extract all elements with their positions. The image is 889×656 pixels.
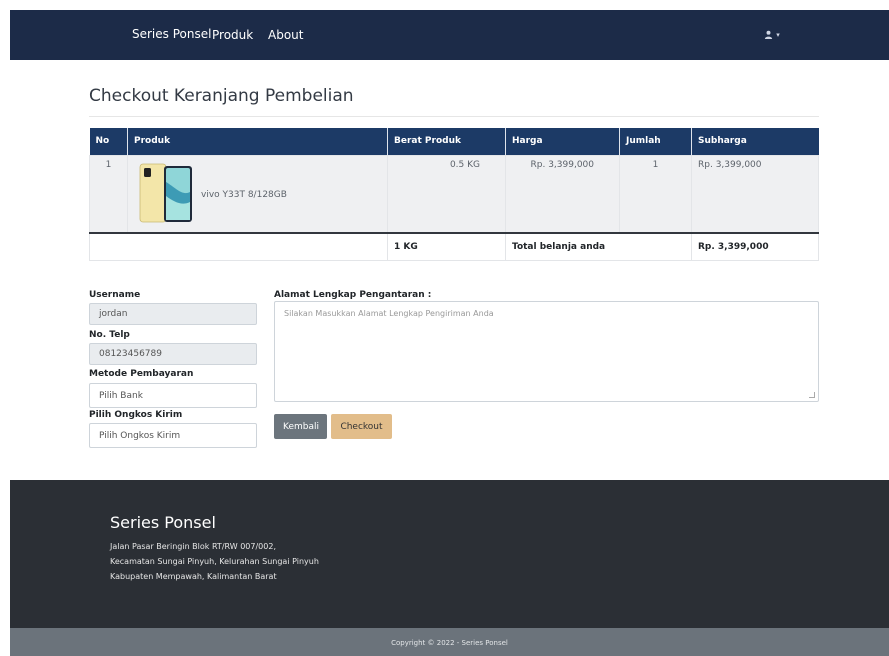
col-header-berat: Berat Produk <box>387 128 506 155</box>
chevron-down-icon: ▾ <box>776 31 780 39</box>
cell-product: vivo Y33T 8/128GB <box>127 154 388 234</box>
table-header-row: No Produk Berat Produk Harga Jumlah Subh… <box>89 128 819 155</box>
total-weight: 1 KG <box>387 232 506 261</box>
footer: Series Ponsel Jalan Pasar Beringin Blok … <box>10 480 889 628</box>
shipping-cost-label: Pilih Ongkos Kirim <box>89 410 183 420</box>
footer-address-line: Kecamatan Sungai Pinyuh, Kelurahan Sunga… <box>110 557 319 566</box>
total-row: 1 KG Total belanja anda Rp. 3,399,000 <box>89 232 819 261</box>
product-name: vivo Y33T 8/128GB <box>201 189 287 200</box>
copyright-text: Copyright © 2022 - Series Ponsel <box>391 639 508 647</box>
address-placeholder: Silakan Masukkan Alamat Lengkap Pengirim… <box>284 309 494 318</box>
address-label: Alamat Lengkap Pengantaran : <box>274 290 432 300</box>
col-header-no: No <box>89 128 128 155</box>
address-textarea[interactable]: Silakan Masukkan Alamat Lengkap Pengirim… <box>274 301 819 402</box>
cart-table: No Produk Berat Produk Harga Jumlah Subh… <box>89 128 819 261</box>
back-button[interactable]: Kembali <box>274 414 327 439</box>
copyright-bar: Copyright © 2022 - Series Ponsel <box>10 628 889 656</box>
phone-label: No. Telp <box>89 330 130 340</box>
payment-method-select[interactable]: Pilih Bank <box>89 383 257 408</box>
cell-subtotal: Rp. 3,399,000 <box>691 154 819 234</box>
nav-link-produk[interactable]: Produk <box>212 28 253 42</box>
username-field[interactable]: jordan <box>89 303 257 325</box>
cell-no: 1 <box>89 154 128 234</box>
username-label: Username <box>89 290 141 300</box>
footer-address-line: Kabupaten Mempawah, Kalimantan Barat <box>110 572 277 581</box>
user-icon <box>764 30 773 39</box>
col-header-jumlah: Jumlah <box>619 128 692 155</box>
footer-address-line: Jalan Pasar Beringin Blok RT/RW 007/002, <box>110 542 276 551</box>
shipping-cost-select[interactable]: Pilih Ongkos Kirim <box>89 423 257 448</box>
resize-handle-icon[interactable] <box>809 392 815 398</box>
phone-image <box>139 163 192 222</box>
col-header-subharga: Subharga <box>691 128 819 155</box>
payment-method-label: Metode Pembayaran <box>89 369 194 379</box>
cell-weight: 0.5 KG <box>387 154 506 234</box>
col-header-produk: Produk <box>127 128 388 155</box>
col-header-harga: Harga <box>505 128 620 155</box>
user-menu[interactable]: ▾ <box>764 29 780 40</box>
page-title: Checkout Keranjang Pembelian <box>89 86 354 106</box>
title-divider <box>89 116 819 117</box>
cell-price: Rp. 3,399,000 <box>505 154 620 234</box>
navbar-brand[interactable]: Series Ponsel <box>132 27 211 41</box>
total-empty-cell <box>89 232 388 261</box>
footer-title: Series Ponsel <box>110 513 216 532</box>
total-label: Total belanja anda <box>505 232 692 261</box>
nav-link-about[interactable]: About <box>268 28 303 42</box>
cell-qty: 1 <box>619 154 692 234</box>
total-amount: Rp. 3,399,000 <box>691 232 819 261</box>
navbar: Series Ponsel Produk About ▾ <box>10 10 889 60</box>
table-row: 1 vivo Y33T 8/128GB 0.5 KG Rp. 3,399,000… <box>89 154 819 234</box>
phone-field[interactable]: 08123456789 <box>89 343 257 365</box>
checkout-button[interactable]: Checkout <box>331 414 392 439</box>
